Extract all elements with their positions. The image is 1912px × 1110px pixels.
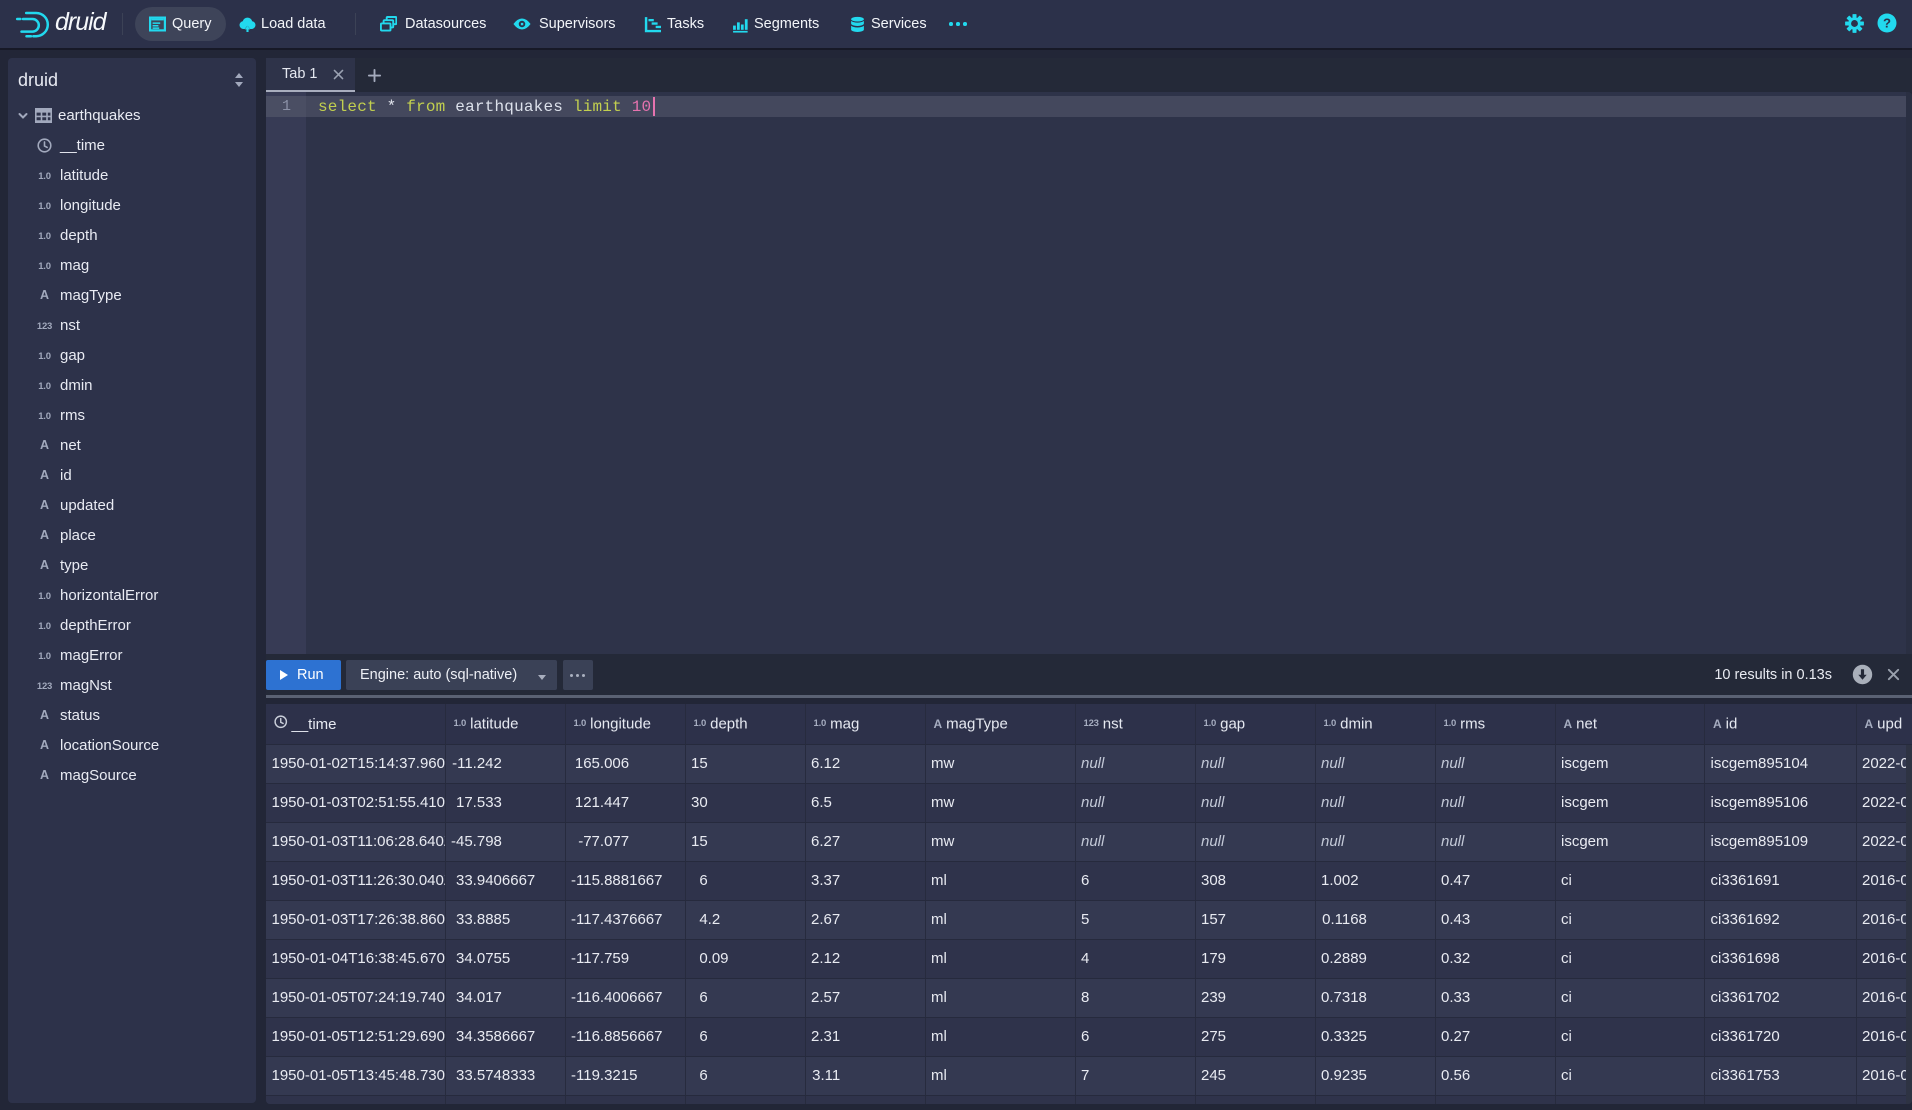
svg-text:?: ? (1883, 16, 1891, 31)
